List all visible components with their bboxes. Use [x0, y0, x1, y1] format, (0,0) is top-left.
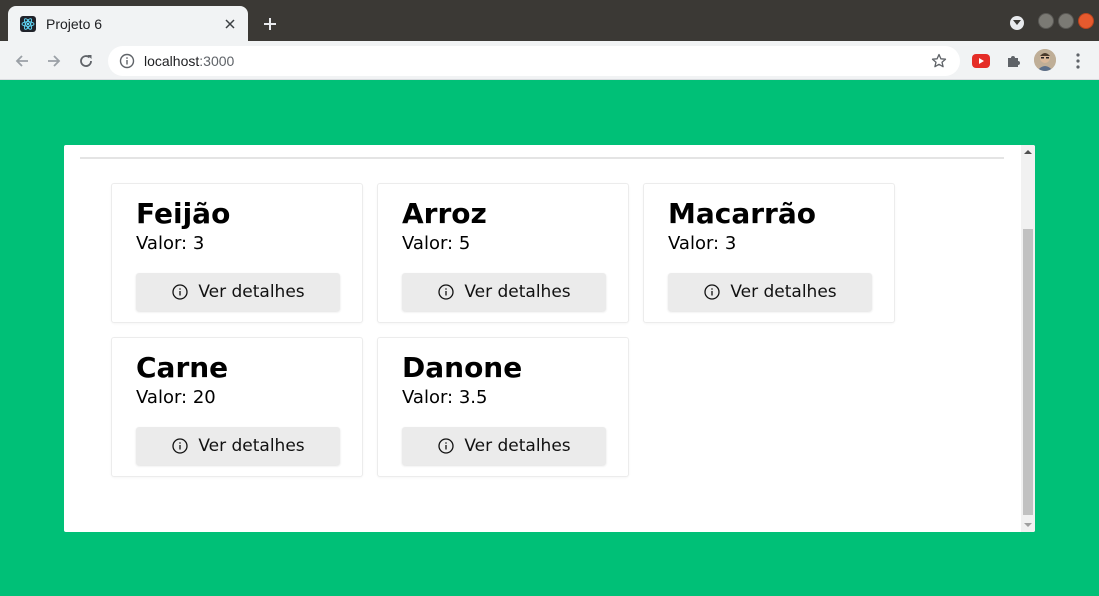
product-name: Danone: [402, 351, 523, 384]
details-button-label: Ver detalhes: [464, 282, 571, 302]
product-card-arroz: Arroz Valor: 5 Ver detalhes: [377, 183, 629, 323]
bookmark-star-icon[interactable]: [924, 53, 954, 69]
youtube-extension-icon[interactable]: [970, 50, 992, 72]
window-close-button[interactable]: [1078, 13, 1094, 29]
info-icon: [437, 437, 455, 455]
browser-titlebar: Projeto 6: [0, 0, 1099, 41]
vertical-scrollbar[interactable]: [1021, 145, 1035, 532]
browser-tab[interactable]: Projeto 6: [8, 6, 248, 41]
tab-search-dropdown-icon[interactable]: [1010, 16, 1024, 30]
product-name: Arroz: [402, 197, 487, 230]
info-icon: [437, 283, 455, 301]
details-button-label: Ver detalhes: [730, 282, 837, 302]
scroll-up-arrow-icon[interactable]: [1021, 145, 1035, 159]
product-value: Valor: 5: [402, 233, 471, 254]
details-button-label: Ver detalhes: [198, 436, 305, 456]
product-value: Valor: 20: [136, 387, 216, 408]
details-button[interactable]: Ver detalhes: [402, 273, 606, 311]
product-value: Valor: 3.5: [402, 387, 488, 408]
details-button-label: Ver detalhes: [464, 436, 571, 456]
address-bar[interactable]: localhost:3000: [108, 46, 960, 76]
divider: [80, 157, 1004, 159]
product-card-danone: Danone Valor: 3.5 Ver detalhes: [377, 337, 629, 477]
tab-close-icon[interactable]: [220, 14, 240, 34]
url-text: localhost:3000: [144, 53, 924, 69]
info-icon: [171, 437, 189, 455]
kebab-menu-icon[interactable]: [1068, 50, 1088, 72]
tab-title: Projeto 6: [46, 15, 103, 32]
products-panel: Feijão Valor: 3 Ver detalhes Arroz Valor…: [64, 145, 1035, 532]
product-card-feijao: Feijão Valor: 3 Ver detalhes: [111, 183, 363, 323]
site-info-icon[interactable]: [112, 53, 142, 69]
info-icon: [703, 283, 721, 301]
scrollbar-thumb[interactable]: [1023, 229, 1033, 515]
product-name: Feijão: [136, 197, 231, 230]
window-minimize-button[interactable]: [1038, 13, 1054, 29]
extensions-puzzle-icon[interactable]: [1002, 50, 1024, 72]
details-button-label: Ver detalhes: [198, 282, 305, 302]
react-favicon-icon: [20, 15, 36, 32]
profile-avatar[interactable]: [1034, 49, 1056, 71]
url-host: localhost: [144, 53, 200, 69]
product-value: Valor: 3: [668, 233, 737, 254]
back-icon[interactable]: [10, 49, 34, 73]
product-name: Carne: [136, 351, 229, 384]
info-icon: [171, 283, 189, 301]
new-tab-icon[interactable]: [258, 12, 282, 36]
product-name: Macarrão: [668, 197, 816, 230]
forward-icon[interactable]: [42, 49, 66, 73]
product-value: Valor: 3: [136, 233, 205, 254]
browser-toolbar: localhost:3000: [0, 41, 1099, 80]
reload-icon[interactable]: [74, 49, 98, 73]
details-button[interactable]: Ver detalhes: [136, 427, 340, 465]
url-port: :3000: [199, 53, 235, 69]
details-button[interactable]: Ver detalhes: [402, 427, 606, 465]
details-button[interactable]: Ver detalhes: [668, 273, 872, 311]
scroll-down-arrow-icon[interactable]: [1021, 518, 1035, 532]
details-button[interactable]: Ver detalhes: [136, 273, 340, 311]
product-card-macarrao: Macarrão Valor: 3 Ver detalhes: [643, 183, 895, 323]
product-card-carne: Carne Valor: 20 Ver detalhes: [111, 337, 363, 477]
window-maximize-button[interactable]: [1058, 13, 1074, 29]
